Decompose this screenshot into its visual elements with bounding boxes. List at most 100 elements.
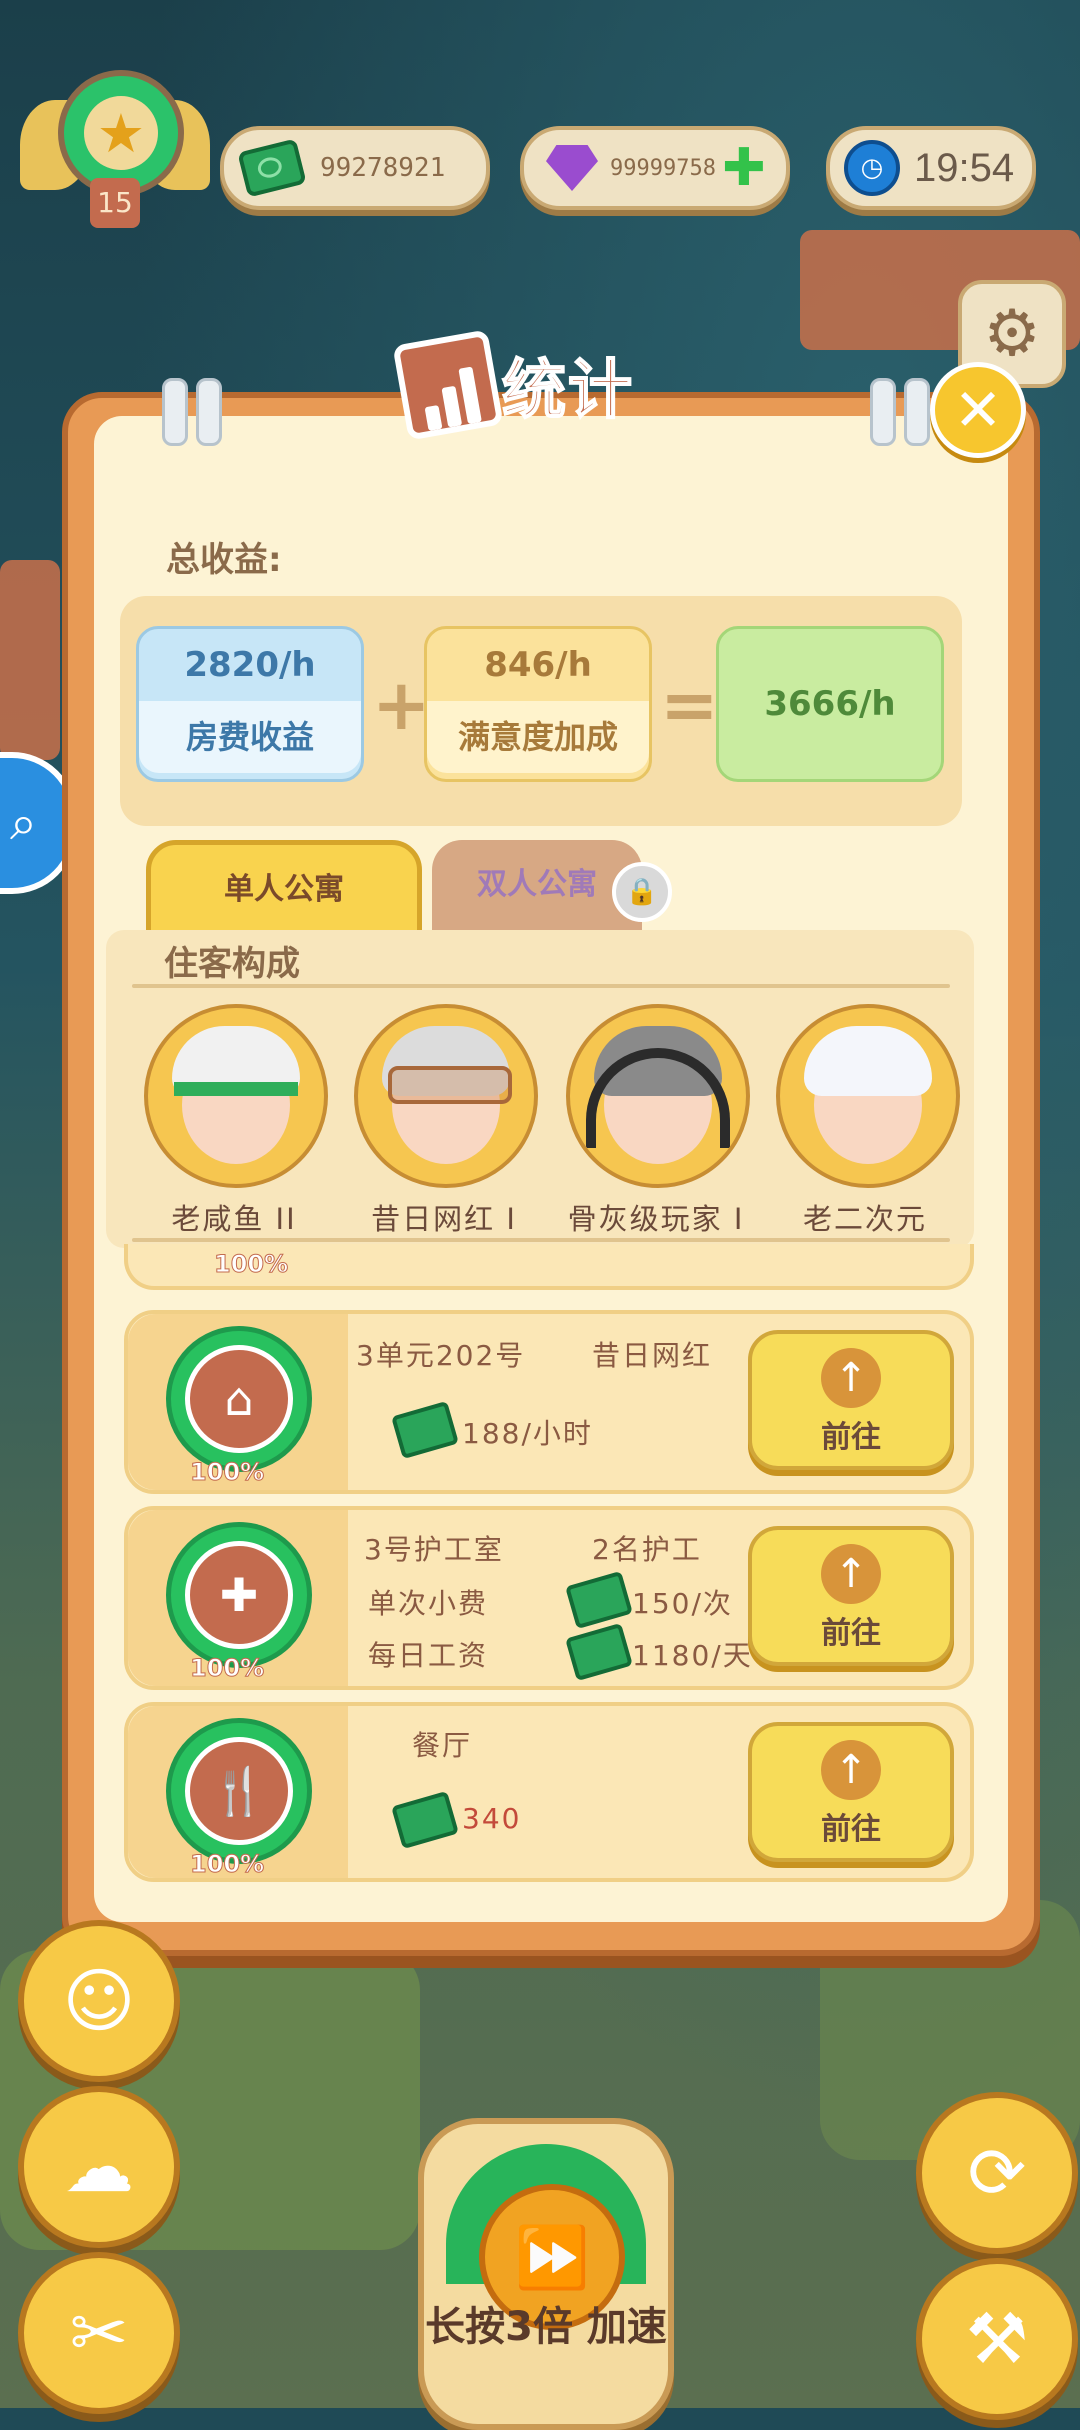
room-name: 3号护工室 [364,1533,504,1566]
guest-avatar [776,1004,960,1188]
nurse-count: 2名护工 [592,1533,702,1566]
smile-face-icon: ☺ [62,1960,136,2042]
rent-income-value: 2820/h [184,645,316,685]
room-name: 3单元202号 [356,1339,526,1372]
arrow-up-icon: ↑ [821,1348,881,1408]
cash-icon [391,1790,459,1850]
restaurant-income: 340 [462,1802,522,1835]
close-icon: ✕ [953,376,1003,444]
cash-counter[interactable]: 99278921 [220,126,490,210]
arrow-up-icon: ↑ [821,1740,881,1800]
tab-double-apartment[interactable]: 双人公寓 [432,840,642,930]
guest-avatar [144,1004,328,1188]
guest-composition-title: 住客构成 [164,944,300,984]
hammer-button[interactable]: ⚒ [916,2258,1078,2420]
building-card-partial: 100% [124,1244,974,1290]
building-card-room: ⌂ 100% 3单元202号 昔日网红 188/小时 ↑ 前往 [124,1310,974,1494]
binder-ring [162,378,188,446]
guest-name: 老二次元 [802,1202,927,1236]
building-card-restaurant: 🍴 100% 餐厅 340 ↑ 前往 [124,1702,974,1882]
total-income-value: 3666/h [764,684,896,724]
clock-time: 19:54 [914,145,1015,190]
room-income: 188/小时 [462,1417,593,1450]
chat-button[interactable]: ☁ [18,2086,180,2248]
cash-icon [565,1622,633,1682]
satisfaction-bonus-value: 846/h [484,645,592,685]
guest-name: 骨灰级玩家 I [567,1202,745,1236]
cash-value: 99278921 [320,153,446,183]
swap-button[interactable]: ⟳ [916,2092,1078,2254]
building-wall [0,560,60,760]
gem-icon [546,145,598,191]
progress-percent: 100% [189,1654,265,1683]
hammer-icon: ⚒ [965,2298,1029,2380]
wage-value: 1180/天 [632,1639,753,1672]
guest-item[interactable]: 老二次元 [776,1004,960,1238]
building-card-nurse-room: ✚ 100% 3号护工室 2名护工 单次小费 150/次 每日工资 1180/天… [124,1506,974,1690]
wage-label: 每日工资 [368,1639,489,1672]
go-button-label: 前往 [821,1420,881,1455]
equals-sign: = [660,664,719,746]
card-status-area: ⌂ 100% [128,1314,348,1490]
level-badge[interactable]: ★ 15 [20,70,210,228]
speed-up-button[interactable]: ⏩ 长按3倍 加速 [418,2118,674,2430]
tab-single-apartment[interactable]: 单人公寓 [146,840,422,940]
clock-icon: ◷ [844,140,900,196]
total-income-label: 总收益: [166,540,282,580]
tip-label: 单次小费 [368,1587,489,1620]
satisfaction-bonus-label: 满意度加成 [427,701,649,773]
guest-item[interactable]: 骨灰级玩家 I [566,1004,750,1238]
divider [132,1238,950,1242]
rent-income-card: 2820/h 房费收益 [136,626,364,782]
fork-knife-icon: 🍴 [185,1737,293,1845]
gem-counter[interactable]: 99999758 ✚ [520,126,790,210]
guest-name: 昔日网红 I [371,1202,517,1236]
search-icon: ⌕ [10,794,37,851]
arrow-up-icon: ↑ [821,1544,881,1604]
card-status-area: 🍴 100% [128,1706,348,1879]
lock-icon: 🔒 [612,862,672,922]
progress-ring: ✚ [166,1522,312,1668]
divider [132,984,950,988]
gear-icon: ⚙ [983,297,1041,371]
chat-bubbles-icon: ☁ [64,2126,134,2208]
go-button[interactable]: ↑ 前往 [748,1722,954,1862]
guest-item[interactable]: 老咸鱼 II [144,1004,328,1238]
clock-display: ◷ 19:54 [826,126,1036,210]
cash-icon [237,138,307,198]
tip-value: 150/次 [632,1587,733,1620]
cash-icon [391,1400,459,1460]
progress-percent: 100% [189,1458,265,1487]
guest-avatar [566,1004,750,1188]
level-number: 15 [90,178,140,228]
cash-icon [565,1570,633,1630]
binder-ring [870,378,896,446]
restaurant-name: 餐厅 [412,1729,473,1762]
guest-avatar [354,1004,538,1188]
panel-title-text: 统计 [501,353,634,429]
house-icon: ⌂ [185,1345,293,1453]
close-button[interactable]: ✕ [930,362,1026,458]
emoji-button[interactable]: ☺ [18,1920,180,2082]
progress-percent: 100% [213,1250,289,1279]
refresh-icon: ⟳ [967,2132,1027,2214]
go-button[interactable]: ↑ 前往 [748,1330,954,1470]
add-gems-icon[interactable]: ✚ [722,142,766,194]
go-button-label: 前往 [821,1616,881,1651]
rent-income-label: 房费收益 [139,701,361,773]
panel-title: 统计 [392,329,634,441]
room-tenant-type: 昔日网红 [592,1339,713,1372]
guest-item[interactable]: 昔日网红 I [354,1004,538,1238]
guest-name: 老咸鱼 II [171,1202,297,1236]
binder-ring [196,378,222,446]
progress-ring: ⌂ [166,1326,312,1472]
satisfaction-bonus-card: 846/h 满意度加成 [424,626,652,782]
tools-button[interactable]: ✂ [18,2252,180,2414]
star-icon: ★ [84,96,158,170]
gem-value: 99999758 [610,155,716,181]
nurse-icon: ✚ [185,1541,293,1649]
progress-ring: 🍴 [166,1718,312,1864]
go-button[interactable]: ↑ 前往 [748,1526,954,1666]
binder-ring [904,378,930,446]
speed-up-label: 长按3倍 加速 [425,2304,667,2350]
